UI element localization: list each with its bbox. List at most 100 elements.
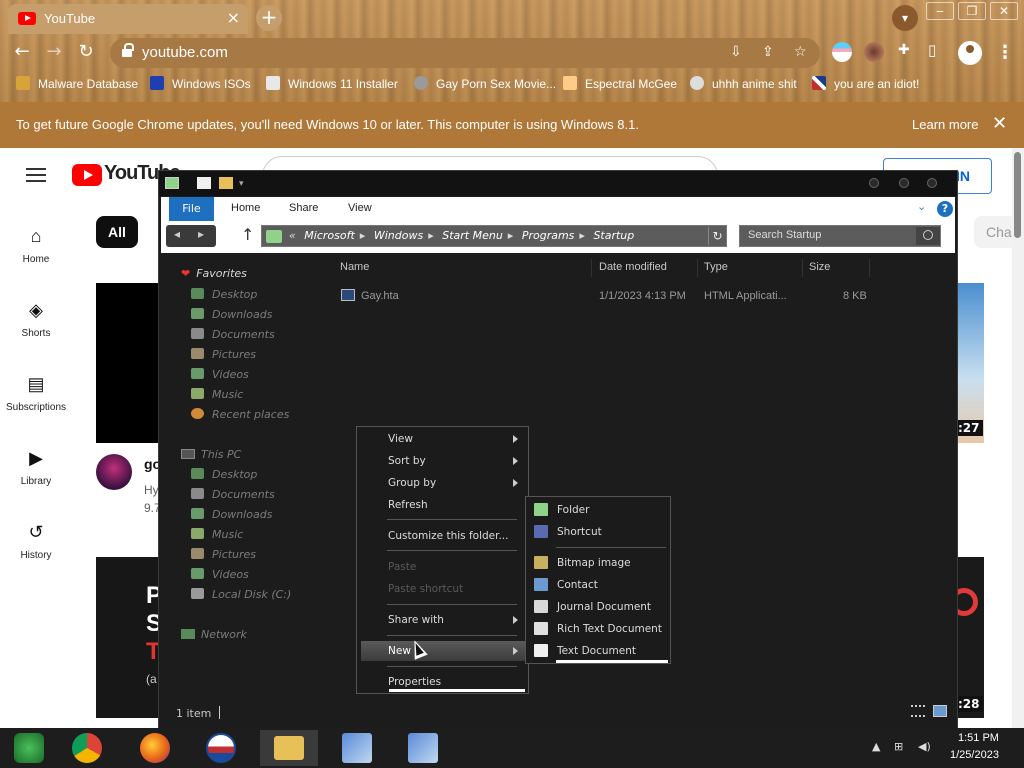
bookmark-item[interactable]: uhhh anime shit bbox=[690, 76, 797, 91]
menu-item-new[interactable]: New bbox=[361, 641, 526, 661]
nav-item-downloads[interactable]: Downloads bbox=[191, 308, 272, 321]
quick-access-dropdown-icon[interactable]: ▾ bbox=[239, 179, 253, 191]
nav-item-music[interactable]: Music bbox=[191, 388, 243, 401]
taskbar-app-chrome[interactable] bbox=[58, 730, 116, 766]
restore-button[interactable]: ❐ bbox=[958, 2, 986, 20]
nav-item-downloads[interactable]: Downloads bbox=[191, 508, 272, 521]
menu-item-refresh[interactable]: Refresh bbox=[361, 495, 526, 515]
sidebar-item-history[interactable]: ↺ History bbox=[0, 522, 72, 561]
sidebar-item-subscriptions[interactable]: ▤ Subscriptions bbox=[0, 374, 72, 413]
extensions-puzzle-icon[interactable]: ✚ bbox=[898, 42, 910, 58]
back-arrow-icon[interactable]: ← bbox=[10, 40, 34, 64]
reload-icon[interactable]: ↻ bbox=[74, 40, 98, 64]
new-tab-button[interactable]: + bbox=[256, 5, 282, 31]
large-icons-view-icon[interactable] bbox=[933, 705, 947, 717]
video-thumbnail[interactable] bbox=[96, 283, 166, 443]
nav-network[interactable]: Network bbox=[181, 628, 247, 641]
new-item-rich-text[interactable]: Rich Text Document bbox=[530, 619, 668, 639]
forward-arrow-icon[interactable]: → bbox=[42, 40, 66, 64]
extension-avatar-icon[interactable] bbox=[864, 42, 884, 62]
nav-item-pictures[interactable]: Pictures bbox=[191, 548, 256, 561]
explorer-close-button[interactable] bbox=[927, 178, 937, 188]
taskbar-app-obama[interactable] bbox=[192, 730, 250, 766]
tray-overflow-icon[interactable]: ▲ bbox=[872, 740, 880, 753]
sidebar-item-home[interactable]: ⌂ Home bbox=[0, 226, 72, 265]
nav-favorites[interactable]: ❤ Favorites bbox=[181, 267, 247, 280]
bookmark-item[interactable]: Espectral McGee bbox=[563, 76, 677, 91]
properties-icon[interactable] bbox=[197, 177, 211, 189]
nav-item-music[interactable]: Music bbox=[191, 528, 243, 541]
breadcrumb-start-menu[interactable]: Start Menu bbox=[442, 229, 503, 242]
close-button[interactable]: ✕ bbox=[990, 2, 1018, 20]
search-icon[interactable] bbox=[916, 227, 940, 245]
ribbon-expand-chevron-icon[interactable]: ⌄ bbox=[917, 201, 929, 213]
address-bar[interactable]: youtube.com ⇩ ⇪ ☆ bbox=[110, 38, 820, 68]
taskbar-app-firefox[interactable] bbox=[126, 730, 184, 766]
bookmark-item[interactable]: Windows 11 Installer bbox=[266, 76, 398, 91]
back-icon[interactable]: ◂ bbox=[174, 227, 180, 241]
sidebar-item-library[interactable]: ▶ Library bbox=[0, 448, 72, 487]
taskbar-app-setup-1[interactable] bbox=[328, 730, 386, 766]
breadcrumb-separator[interactable]: ▸ bbox=[428, 229, 434, 242]
nav-item-documents[interactable]: Documents bbox=[191, 488, 275, 501]
bookmark-item[interactable]: Windows ISOs bbox=[150, 76, 251, 91]
video-thumbnail[interactable] bbox=[955, 557, 984, 718]
nav-item-desktop[interactable]: Desktop bbox=[191, 468, 257, 481]
network-tray-icon[interactable]: ⊞ bbox=[894, 740, 903, 753]
column-separator[interactable] bbox=[869, 259, 870, 277]
explorer-maximize-button[interactable] bbox=[899, 178, 909, 188]
nav-item-pictures[interactable]: Pictures bbox=[191, 348, 256, 361]
nav-item-videos[interactable]: Videos bbox=[191, 568, 249, 581]
menu-item-sort-by[interactable]: Sort by bbox=[361, 451, 526, 471]
bookmark-item[interactable]: you are an idiot! bbox=[812, 76, 919, 91]
tab-view[interactable]: View bbox=[348, 202, 372, 214]
tab-file[interactable]: File bbox=[169, 197, 214, 221]
new-item-text-document[interactable]: Text Document bbox=[530, 641, 668, 661]
minimize-button[interactable]: ‒ bbox=[926, 2, 954, 20]
table-row[interactable]: Gay.hta 1/1/2023 4:13 PM HTML Applicati.… bbox=[337, 287, 877, 307]
taskbar-app-media-center[interactable] bbox=[0, 730, 58, 766]
breadcrumb-overflow[interactable]: « bbox=[289, 229, 296, 242]
breadcrumb-startup[interactable]: Startup bbox=[593, 229, 634, 242]
explorer-search-input[interactable]: Search Startup bbox=[739, 225, 941, 247]
explorer-address-bar[interactable]: « Microsoft ▸ Windows ▸ Start Menu ▸ Progra… bbox=[261, 225, 727, 247]
column-header-date[interactable]: Date modified bbox=[599, 261, 667, 273]
new-item-folder[interactable]: Folder bbox=[530, 500, 668, 520]
side-panel-icon[interactable]: ▯ bbox=[928, 41, 936, 59]
page-scrollbar[interactable] bbox=[1012, 148, 1024, 728]
column-separator[interactable] bbox=[591, 259, 592, 277]
explorer-titlebar[interactable]: ▾ bbox=[159, 171, 957, 196]
nav-item-desktop[interactable]: Desktop bbox=[191, 288, 257, 301]
column-separator[interactable] bbox=[802, 259, 803, 277]
column-header-type[interactable]: Type bbox=[704, 261, 728, 273]
breadcrumb-separator[interactable]: ▸ bbox=[579, 229, 585, 242]
column-header-name[interactable]: Name bbox=[340, 261, 369, 273]
browser-tab-youtube[interactable]: YouTube × bbox=[8, 4, 248, 34]
breadcrumb-separator[interactable]: ▸ bbox=[360, 229, 366, 242]
breadcrumb-programs[interactable]: Programs bbox=[522, 229, 575, 242]
help-icon[interactable]: ? bbox=[937, 201, 953, 217]
video-channel[interactable]: Hy bbox=[144, 483, 159, 497]
hamburger-menu-icon[interactable] bbox=[26, 168, 46, 182]
details-view-icon[interactable] bbox=[911, 705, 925, 717]
menu-item-share-with[interactable]: Share with bbox=[361, 610, 526, 630]
lock-icon[interactable] bbox=[122, 43, 134, 58]
taskbar-app-file-explorer[interactable] bbox=[260, 730, 318, 766]
menu-item-customize-folder[interactable]: Customize this folder... bbox=[361, 526, 526, 546]
new-folder-icon[interactable] bbox=[219, 177, 233, 189]
profile-icon[interactable] bbox=[958, 41, 982, 65]
file-name[interactable]: Gay.hta bbox=[361, 290, 399, 302]
folder-icon[interactable] bbox=[165, 177, 179, 189]
tab-share[interactable]: Share bbox=[289, 202, 318, 214]
extension-flag-icon[interactable] bbox=[832, 42, 852, 62]
chip-all[interactable]: All bbox=[96, 216, 138, 248]
nav-item-videos[interactable]: Videos bbox=[191, 368, 249, 381]
infobar-close-icon[interactable]: ✕ bbox=[992, 113, 1007, 134]
column-header-size[interactable]: Size bbox=[809, 261, 830, 273]
sidebar-item-shorts[interactable]: ◈ Shorts bbox=[0, 300, 72, 339]
channel-avatar[interactable] bbox=[96, 454, 132, 490]
column-separator[interactable] bbox=[697, 259, 698, 277]
taskbar-app-setup-2[interactable] bbox=[394, 730, 452, 766]
up-arrow-icon[interactable]: ↑ bbox=[241, 225, 254, 244]
learn-more-link[interactable]: Learn more bbox=[912, 117, 978, 132]
